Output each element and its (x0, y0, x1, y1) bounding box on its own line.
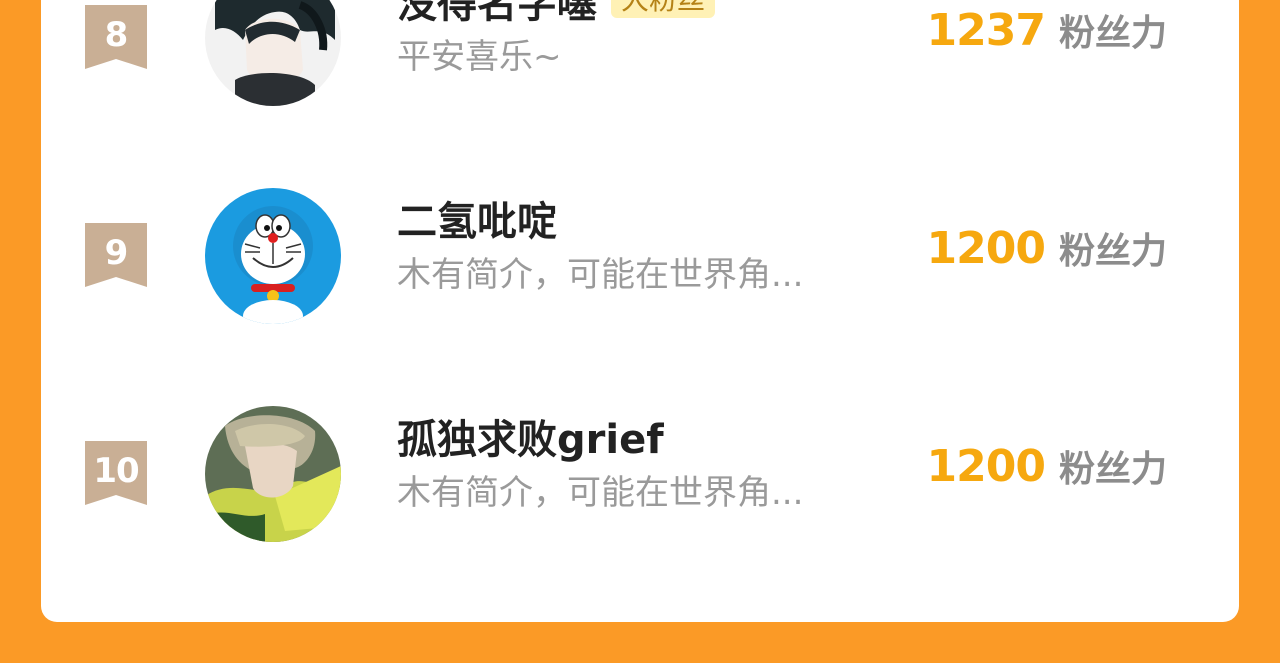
score-value: 1200 (926, 441, 1046, 492)
score-value: 1237 (926, 5, 1046, 56)
fan-power-score: 1237 粉丝力 (927, 4, 1167, 56)
user-name-line: 没得名字噻 大粉丝 (397, 0, 716, 28)
score-value: 1200 (926, 223, 1046, 274)
anime-green-hair-avatar-icon (205, 406, 341, 542)
user-avatar[interactable] (205, 0, 341, 106)
user-name[interactable]: 孤独求败grief (397, 416, 664, 464)
fan-power-score: 1200 粉丝力 (927, 440, 1167, 492)
user-name-line: 二氢吡啶 (397, 198, 557, 246)
ranking-row-8[interactable]: 8 没得名字噻 大粉丝 平安喜乐~ 1237 粉丝力 (41, 0, 1239, 150)
rank-number: 10 (93, 451, 139, 491)
rank-badge: 8 (85, 5, 147, 69)
rank-badge: 9 (85, 223, 147, 287)
user-name[interactable]: 没得名字噻 (397, 0, 597, 28)
user-bio: 木有简介，可能在世界角... (397, 255, 804, 295)
user-avatar[interactable] (205, 188, 341, 324)
user-name-line: 孤独求败grief (397, 416, 664, 464)
fan-power-score: 1200 粉丝力 (927, 222, 1167, 274)
doraemon-avatar-icon (205, 188, 341, 324)
ranking-row-10[interactable]: 10 孤独求败grief 木有简介，可能在世界角... 1200 粉丝力 (41, 406, 1239, 586)
rank-number: 8 (104, 15, 129, 55)
fan-level-badge: 大粉丝 (611, 0, 716, 18)
rank-number: 9 (104, 233, 129, 273)
user-avatar[interactable] (205, 406, 341, 542)
user-name[interactable]: 二氢吡啶 (397, 198, 557, 246)
user-bio: 木有简介，可能在世界角... (397, 473, 804, 513)
anime-dark-hair-avatar-icon (205, 0, 341, 106)
score-unit: 粉丝力 (1058, 449, 1167, 490)
user-bio: 平安喜乐~ (397, 37, 562, 77)
rank-badge: 10 (85, 441, 147, 505)
score-unit: 粉丝力 (1058, 13, 1167, 54)
ranking-row-9[interactable]: 9 二氢吡啶 木有简介，可能在世界角... 1200 粉丝力 (41, 188, 1239, 368)
score-unit: 粉丝力 (1058, 231, 1167, 272)
fan-ranking-panel: 8 没得名字噻 大粉丝 平安喜乐~ 1237 粉丝力 (41, 0, 1239, 622)
